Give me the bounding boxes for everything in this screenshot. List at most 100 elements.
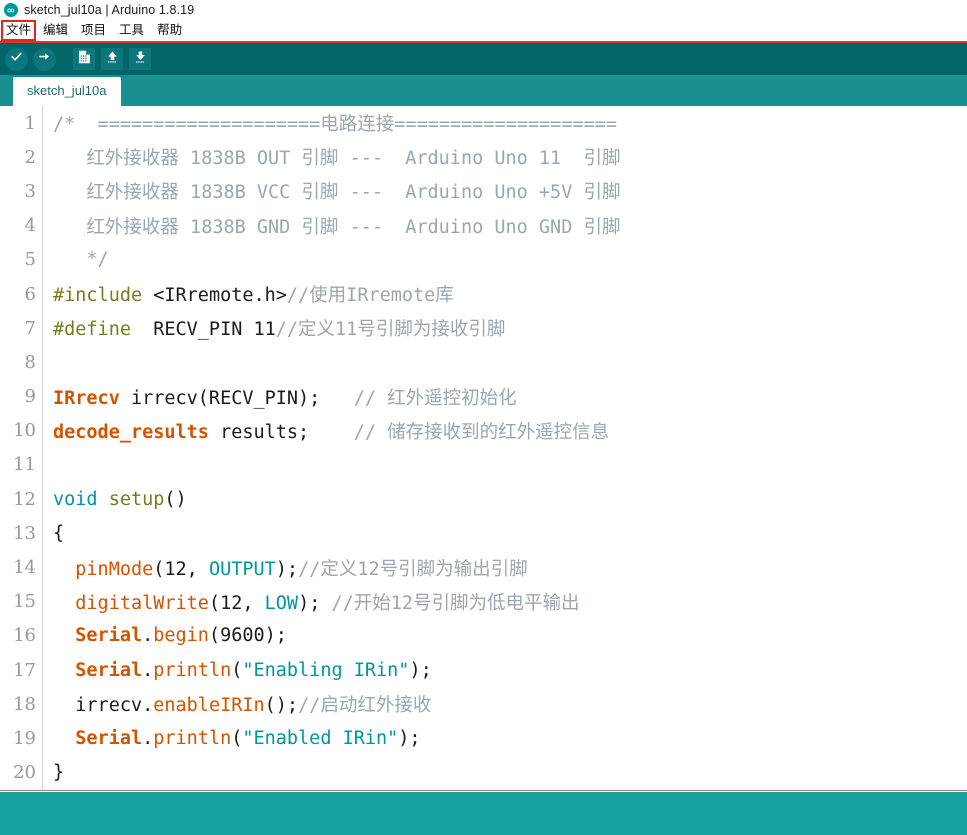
menu-item-file[interactable]: 文件 [0,20,37,41]
code-token-plain: (); [264,695,299,717]
toolbar [0,43,967,75]
code-line-content[interactable]: */ [43,243,967,277]
tab-sketch-jul10a[interactable]: sketch_jul10a [13,77,121,106]
code-token-type: IRrecv [53,387,120,409]
code-token-preprocessor: #define [53,319,131,341]
line-number: 7 [0,311,43,346]
code-line: 13 { [0,516,967,551]
code-line-content[interactable]: void setup() [43,482,967,516]
code-token-plain: . [142,659,154,681]
code-line: 20} [0,755,967,790]
code-line-content[interactable]: 红外接收器 1838B VCC 引脚 --- Arduino Uno +5V 引… [43,174,967,208]
code-token-comment: //开始12号引脚为低电平输出 [331,592,580,614]
line-number: 15 [0,584,43,619]
code-token-plain: RECV_PIN 11 [130,319,276,341]
code-token-plain: { [53,522,65,544]
code-token-function: pinMode [75,558,154,580]
upload-button[interactable] [33,47,56,71]
new-button[interactable] [73,48,95,70]
code-line-content[interactable]: 红外接收器 1838B GND 引脚 --- Arduino Uno GND 引… [43,209,967,243]
line-number: 10 [0,413,43,448]
line-number: 12 [0,482,43,517]
code-line-content[interactable]: Serial.println("Enabling IRin"); [43,653,967,687]
code-token-comment: 红外接收器 1838B VCC 引脚 --- Arduino Uno +5V 引… [53,182,621,204]
code-line: 4 红外接收器 1838B GND 引脚 --- Arduino Uno GND… [0,208,967,243]
code-line: 17 Serial.println("Enabling IRin"); [0,653,967,688]
line-number: 4 [0,208,43,243]
line-number: 17 [0,653,43,688]
checkmark-icon [10,50,23,68]
menu-item-help[interactable]: 帮助 [152,21,187,40]
verify-button[interactable] [5,47,28,71]
save-button[interactable] [129,48,151,70]
code-token-plain: irrecv(RECV_PIN); [119,387,354,409]
menu-item-edit[interactable]: 编辑 [38,21,73,40]
code-line: 15 digitalWrite(12, LOW); //开始12号引脚为低电平输… [0,584,967,619]
code-token-string: "Enabled IRin" [242,727,399,749]
code-line-content[interactable]: digitalWrite(12, LOW); //开始12号引脚为低电平输出 [43,585,967,619]
code-line: 10 decode_results results; // 储存接收到的红外遥控信… [0,413,967,448]
menu-item-sketch[interactable]: 项目 [76,21,111,40]
sketch-tabbar: sketch_jul10a [0,75,967,106]
code-line-content[interactable]: #define RECV_PIN 11//定义11号引脚为接收引脚 [43,311,967,345]
code-token-plain: . [142,625,154,647]
code-token-type: Serial [75,625,143,647]
code-token-function: println [153,659,232,681]
code-line-content[interactable]: Serial.println("Enabled IRin"); [43,721,967,755]
code-token-comment: //定义11号引脚为接收引脚 [275,319,506,341]
code-line: 6 #include <IRremote.h>//使用IRremote库 [0,276,967,312]
code-token-comment: /* ====================电路连接=============… [53,114,618,136]
code-token-plain: (12, [153,558,209,580]
code-token-plain: } [53,762,65,784]
code-token-keyword: void [53,488,98,510]
menu-item-tools[interactable]: 工具 [114,21,149,40]
arrow-down-icon [134,50,147,69]
menubar: 文件 编辑 项目 工具 帮助 [0,20,967,43]
code-token-comment: //启动红外接收 [298,695,432,717]
console-output [0,792,967,835]
arrow-right-icon [38,50,51,68]
window-title: sketch_jul10a | Arduino 1.8.19 [24,3,195,17]
arduino-infinity-icon [4,3,18,17]
code-line-content[interactable] [43,345,967,379]
code-token-comment: //使用IRremote库 [286,285,454,307]
code-token-literal: OUTPUT [208,558,276,580]
code-line-content[interactable]: decode_results results; // 储存接收到的红外遥控信息 [43,414,967,448]
code-line: 7 #define RECV_PIN 11//定义11号引脚为接收引脚 [0,311,967,346]
code-line-content[interactable] [43,448,967,482]
code-line-content[interactable]: } [43,756,967,790]
code-line: 8 [0,345,967,380]
code-line: 19 Serial.println("Enabled IRin"); [0,721,967,756]
code-line-content[interactable]: /* ====================电路连接=============… [43,106,967,140]
code-lines: 1 /* ====================电路连接============… [0,106,967,790]
code-line-content[interactable]: { [43,516,967,550]
code-token-plain: results; [208,421,354,443]
code-editor[interactable]: 1 /* ====================电路连接============… [0,106,967,791]
line-number: 5 [0,242,43,277]
code-line-content[interactable]: 红外接收器 1838B OUT 引脚 --- Arduino Uno 11 引脚 [43,140,967,174]
code-line: 5 */ [0,242,967,277]
code-token-plain: irrecv. [53,695,154,717]
code-token-comment: */ [53,249,109,271]
code-line-content[interactable]: pinMode(12, OUTPUT);//定义12号引脚为输出引脚 [43,550,967,584]
code-token-plain: ); [409,659,432,681]
code-line-content[interactable]: #include <IRremote.h>//使用IRremote库 [43,277,967,311]
open-button[interactable] [101,48,123,70]
code-line-content[interactable]: Serial.begin(9600); [43,619,967,653]
code-line-content[interactable]: IRrecv irrecv(RECV_PIN); // 红外遥控初始化 [43,380,967,414]
code-token-string: "Enabling IRin" [242,659,410,681]
code-token-preprocessor: #include [53,285,143,307]
code-line: 1 /* ====================电路连接============… [0,106,967,141]
line-number: 16 [0,618,43,653]
code-token-plain: ); [298,592,332,614]
code-line-content[interactable]: irrecv.enableIRIn();//启动红外接收 [43,687,967,721]
code-line: 18 irrecv.enableIRIn();//启动红外接收 [0,687,967,722]
code-line: 3 红外接收器 1838B VCC 引脚 --- Arduino Uno +5V… [0,174,967,209]
code-line: 12 void setup() [0,482,967,517]
